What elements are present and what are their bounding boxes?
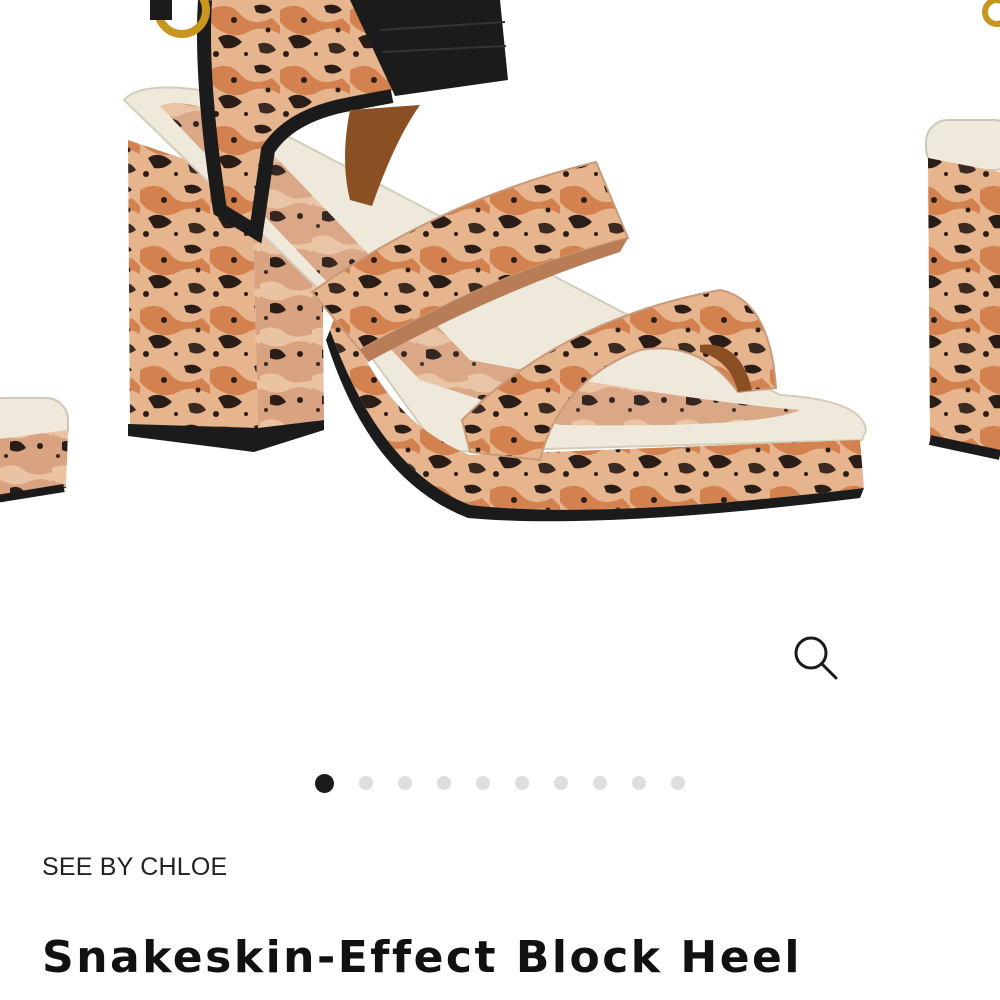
product-image-sandal	[0, 0, 1000, 522]
carousel-dot-2[interactable]	[359, 776, 373, 790]
carousel-dot-10[interactable]	[671, 776, 685, 790]
carousel-dot-6[interactable]	[515, 776, 529, 790]
sandal-main	[122, 0, 868, 522]
carousel-dot-4[interactable]	[437, 776, 451, 790]
carousel-dot-5[interactable]	[476, 776, 490, 790]
carousel-dot-9[interactable]	[632, 776, 646, 790]
zoom-button[interactable]	[788, 630, 852, 694]
next-image-preview	[925, 0, 1000, 460]
carousel-dot-7[interactable]	[554, 776, 568, 790]
previous-image-preview	[0, 397, 69, 503]
product-image-carousel[interactable]	[0, 0, 1000, 740]
carousel-dot-3[interactable]	[398, 776, 412, 790]
carousel-pagination	[0, 773, 1000, 793]
magnifier-icon	[794, 636, 838, 680]
product-brand[interactable]: SEE BY CHLOE	[42, 853, 227, 882]
carousel-dot-1[interactable]	[315, 773, 334, 793]
product-title: Snakeskin-Effect Block Heel	[42, 932, 802, 983]
carousel-dot-8[interactable]	[593, 776, 607, 790]
